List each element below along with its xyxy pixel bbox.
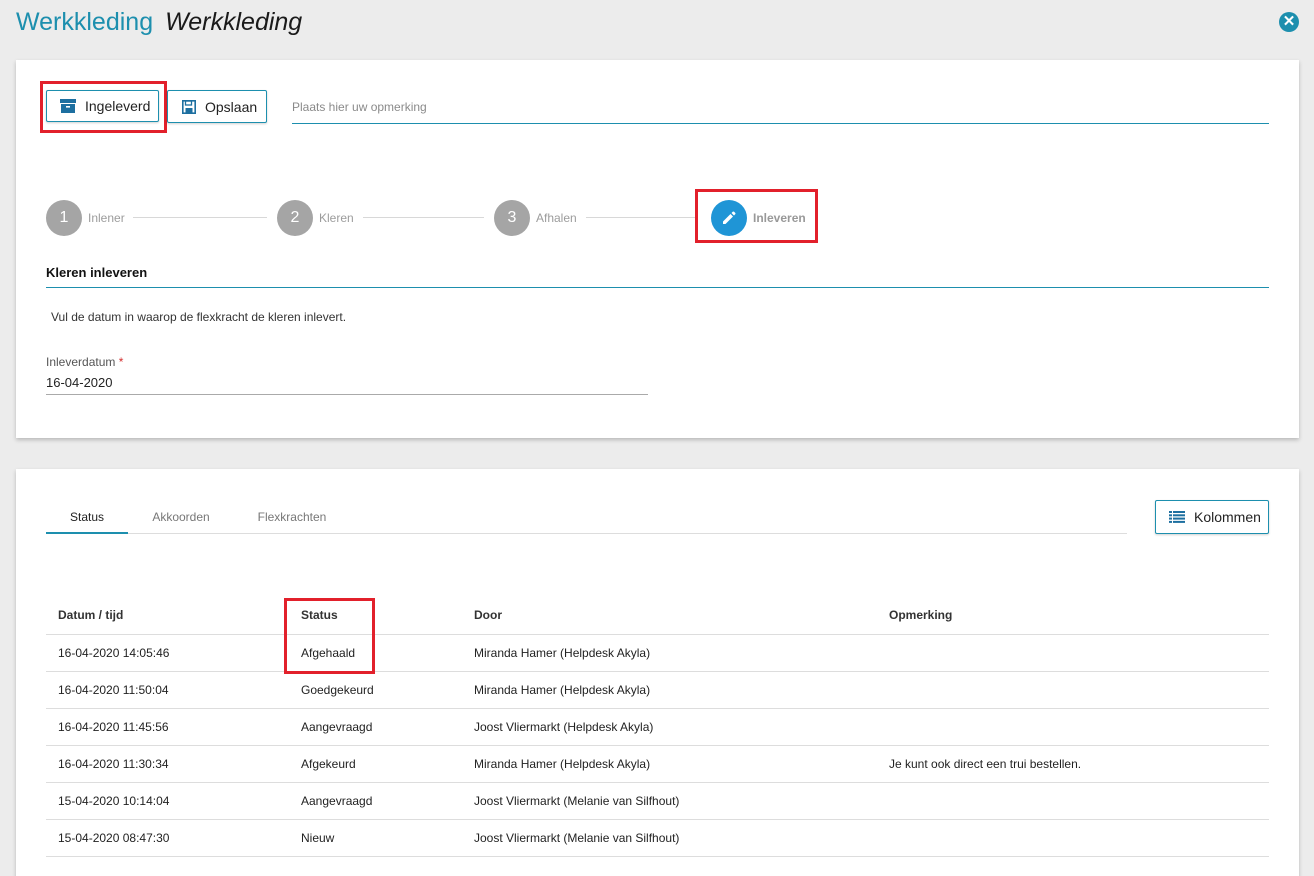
column-header-by[interactable]: Door [462,597,877,635]
step-afhalen[interactable]: 3 Afhalen [494,200,577,236]
table-row[interactable]: 16-04-2020 11:50:04 Goedgekeurd Miranda … [46,671,1269,709]
section-divider [46,287,1269,288]
status-table: Datum / tijd Status Door Opmerking 16-04… [46,597,1269,857]
cell-datetime: 15-04-2020 10:14:04 [46,782,289,820]
step-label: Inlener [88,211,125,225]
cell-remark [877,819,1269,857]
step-inlener[interactable]: 1 Inlener [46,200,125,236]
cell-by: Miranda Hamer (Helpdesk Akyla) [462,671,877,709]
page-header: Werkkleding Werkkleding [16,8,302,38]
step-connector [363,217,484,218]
cell-status: Goedgekeurd [289,671,462,709]
column-header-datetime[interactable]: Datum / tijd [46,597,289,635]
tab-flexkrachten[interactable]: Flexkrachten [246,501,338,534]
pencil-icon [711,200,747,236]
remark-input[interactable] [292,90,1269,124]
page-title: Werkkleding [165,8,303,36]
cell-remark [877,634,1269,672]
required-marker: * [118,355,124,369]
columns-button[interactable]: Kolommen [1155,500,1269,534]
table-row[interactable]: 16-04-2020 14:05:46 Afgehaald Miranda Ha… [46,634,1269,672]
columns-button-label: Kolommen [1194,509,1261,525]
history-card: Status Akkoorden Flexkrachten Kolommen D… [16,469,1299,876]
cell-status: Afgekeurd [289,745,462,783]
step-label: Afhalen [536,211,577,225]
remark-field [292,90,1269,124]
section-title: Kleren inleveren [46,265,148,280]
cell-by: Miranda Hamer (Helpdesk Akyla) [462,634,877,672]
table-row[interactable]: 16-04-2020 11:45:56 Aangevraagd Joost Vl… [46,708,1269,746]
save-button[interactable]: Opslaan [167,90,267,123]
delivered-button-label: Ingeleverd [85,98,151,114]
column-header-status[interactable]: Status [289,597,462,635]
close-icon[interactable]: ✕ [1279,12,1299,32]
app-title: Werkkleding [16,8,154,36]
step-kleren[interactable]: 2 Kleren [277,200,354,236]
step-number: 1 [46,200,82,236]
step-connector [133,217,267,218]
cell-status: Aangevraagd [289,782,462,820]
wizard-card: Ingeleverd Opslaan 1 Inlener 2 Kleren 3 … [16,60,1299,438]
cell-by: Joost Vliermarkt (Helpdesk Akyla) [462,708,877,746]
cell-status: Aangevraagd [289,708,462,746]
step-inleveren[interactable]: Inleveren [711,200,806,236]
cell-datetime: 16-04-2020 11:30:34 [46,745,289,783]
list-icon [1169,511,1185,523]
cell-datetime: 16-04-2020 11:50:04 [46,671,289,709]
delivered-button[interactable]: Ingeleverd [46,90,159,122]
save-icon [182,99,196,114]
step-connector [586,217,696,218]
save-button-label: Opslaan [205,98,258,115]
archive-icon [60,99,76,113]
cell-remark [877,671,1269,709]
return-date-field [46,371,648,395]
section-description: Vul de datum in waarop de flexkracht de … [51,310,347,324]
cell-datetime: 16-04-2020 14:05:46 [46,634,289,672]
table-header-row: Datum / tijd Status Door Opmerking [46,597,1269,635]
cell-by: Joost Vliermarkt (Melanie van Silfhout) [462,782,877,820]
return-date-label-text: Inleverdatum [46,355,116,369]
step-number: 2 [277,200,313,236]
return-date-input[interactable] [46,371,648,393]
column-header-remark[interactable]: Opmerking [877,597,1269,635]
cell-datetime: 15-04-2020 08:47:30 [46,819,289,857]
cell-status: Afgehaald [289,634,462,672]
cell-by: Miranda Hamer (Helpdesk Akyla) [462,745,877,783]
cell-status: Nieuw [289,819,462,857]
cell-remark [877,708,1269,746]
tab-akkoorden[interactable]: Akkoorden [142,501,220,534]
cell-remark: Je kunt ook direct een trui bestellen. [877,745,1269,783]
tab-status[interactable]: Status [46,501,128,534]
cell-remark [877,782,1269,820]
step-label: Kleren [319,211,354,225]
table-row[interactable]: 15-04-2020 08:47:30 Nieuw Joost Vliermar… [46,819,1269,857]
cell-datetime: 16-04-2020 11:45:56 [46,708,289,746]
cell-by: Joost Vliermarkt (Melanie van Silfhout) [462,819,877,857]
tab-bar: Status Akkoorden Flexkrachten [46,501,1127,534]
return-date-label: Inleverdatum * [46,355,123,369]
step-number: 3 [494,200,530,236]
table-row[interactable]: 16-04-2020 11:30:34 Afgekeurd Miranda Ha… [46,745,1269,783]
table-row[interactable]: 15-04-2020 10:14:04 Aangevraagd Joost Vl… [46,782,1269,820]
step-label: Inleveren [753,211,806,225]
